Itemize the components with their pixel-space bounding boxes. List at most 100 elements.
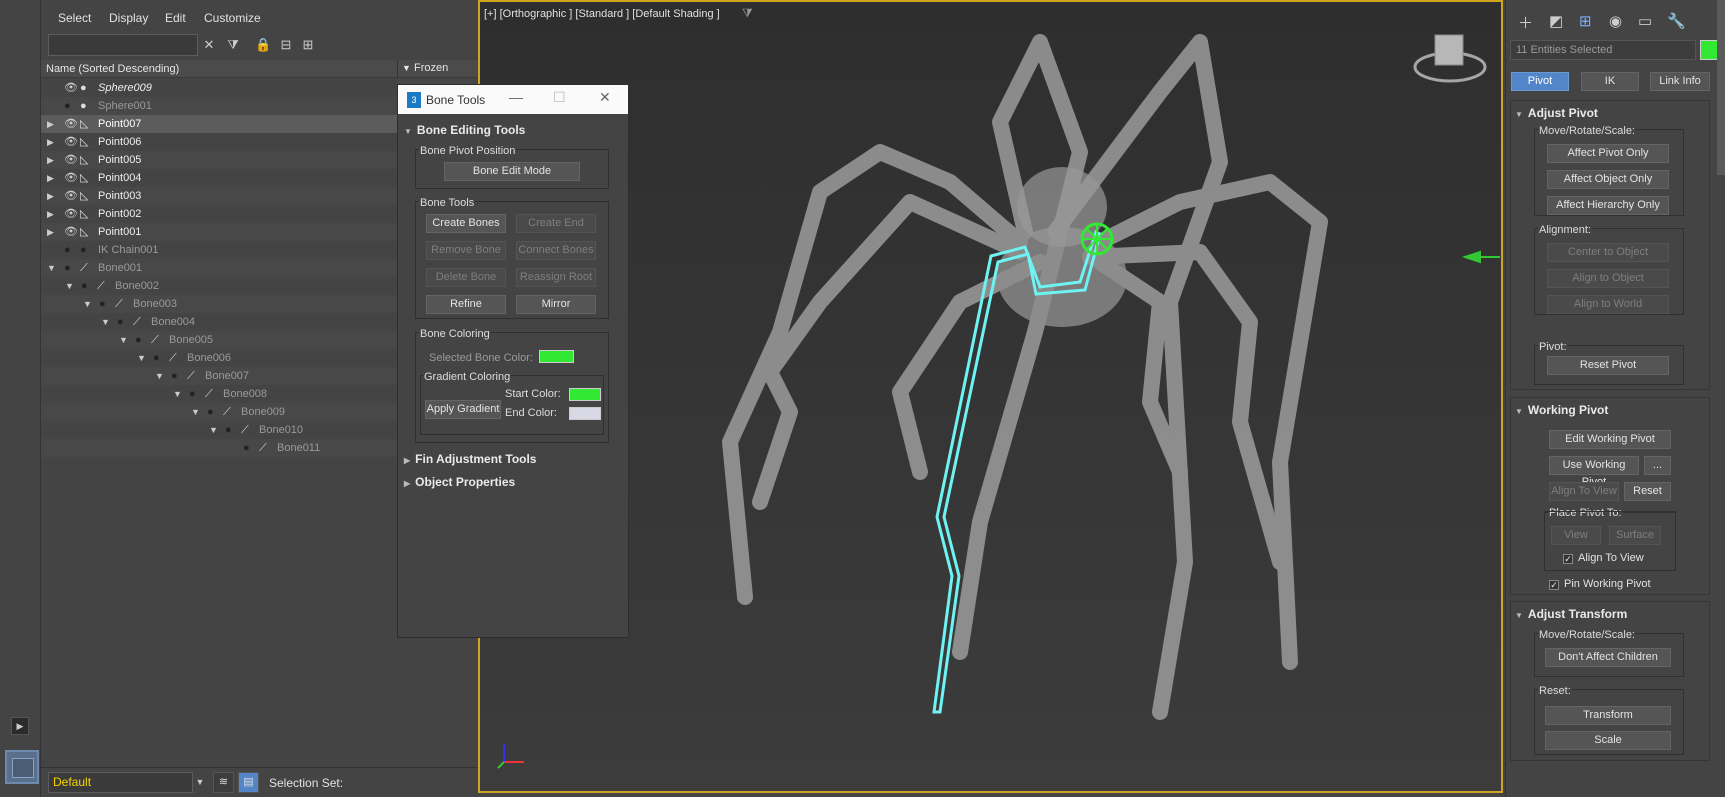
bone-edit-mode-button[interactable]: Bone Edit Mode [444,162,580,181]
viewport-thumbnail[interactable] [5,750,39,784]
eye-icon[interactable]: 👁 [64,205,78,223]
selection-set-icon[interactable]: ▤ [238,772,259,793]
menu-edit[interactable]: Edit [165,11,186,25]
align-to-world-button[interactable]: Align to World [1547,295,1669,314]
working-pivot-options-button[interactable]: ... [1644,456,1671,475]
dont-affect-children-button[interactable]: Don't Affect Children [1545,648,1671,667]
hidden-eye-icon[interactable]: ● [225,421,232,439]
motion-tab-icon[interactable]: ◉ [1609,12,1622,30]
menu-select[interactable]: Select [58,11,91,25]
affect-hierarchy-only-button[interactable]: Affect Hierarchy Only [1547,196,1669,215]
menu-display[interactable]: Display [109,11,148,25]
collapse-icon[interactable]: ▼ [83,295,92,313]
hidden-eye-icon[interactable]: ● [117,313,124,331]
collapse-icon[interactable]: ▼ [47,259,56,277]
collapse-icon[interactable]: ▼ [65,277,74,295]
pin-working-pivot-checkbox[interactable]: ✓ Pin Working Pivot [1549,578,1651,590]
layer-dropdown[interactable]: Default [48,772,193,793]
eye-icon[interactable]: 👁 [64,223,78,241]
link-info-tab[interactable]: Link Info [1650,72,1710,91]
hierarchy-tab-icon[interactable]: ⊞ [1579,12,1592,30]
search-input[interactable] [48,34,198,56]
align-to-object-button[interactable]: Align to Object [1547,269,1669,288]
expand-icon[interactable]: ▶ [47,187,54,205]
modify-tab-icon[interactable]: ◩ [1549,12,1563,30]
collapse-icon[interactable]: ▼ [155,367,164,385]
expand-icon[interactable]: ▶ [47,223,54,241]
adjust-transform-head[interactable]: ▼ Adjust Transform [1515,607,1627,621]
align-to-view-button[interactable]: Align To View [1549,482,1619,501]
bone-editing-tools-rollout[interactable]: ▼ Bone Editing Tools [404,123,624,141]
hierarchy-select-icon[interactable]: ⊞ [300,37,316,53]
refine-button[interactable]: Refine [426,295,506,314]
collapse-icon[interactable]: ▼ [101,313,110,331]
eye-icon[interactable]: 👁 [64,169,78,187]
hierarchy-icon[interactable]: ⊟ [278,37,294,53]
adjust-pivot-head[interactable]: ▼ Adjust Pivot [1515,106,1598,120]
surface-button[interactable]: Surface [1609,526,1661,545]
hidden-eye-icon[interactable]: ● [189,385,196,403]
align-to-view-checkbox[interactable]: ✓ Align To View [1563,552,1644,564]
hidden-eye-icon[interactable]: ● [243,439,250,457]
hidden-eye-icon[interactable]: ● [64,97,71,115]
create-bones-button[interactable]: Create Bones [426,214,506,233]
hidden-eye-icon[interactable]: ● [81,277,88,295]
collapse-icon[interactable]: ▼ [137,349,146,367]
layers-icon[interactable]: ≋ [213,772,234,793]
maximize-icon[interactable]: ☐ [553,89,566,106]
delete-bone-button[interactable]: Delete Bone [426,268,506,287]
hidden-eye-icon[interactable]: ● [207,403,214,421]
scale-button[interactable]: Scale [1545,731,1671,750]
transform-button[interactable]: Transform [1545,706,1671,725]
bone-tools-titlebar[interactable]: 3 Bone Tools — ☐ ✕ [398,85,628,114]
object-properties-rollout[interactable]: ▶ Object Properties [404,475,624,493]
expand-icon[interactable]: ▶ [47,169,54,187]
collapse-icon[interactable]: ▼ [209,421,218,439]
lock-icon[interactable]: 🔒 [255,37,271,53]
use-working-pivot-button[interactable]: Use Working Pivot [1549,456,1639,488]
display-tab-icon[interactable]: ▭ [1638,12,1652,30]
eye-icon[interactable]: 👁 [64,187,78,205]
eye-icon[interactable]: 👁 [64,115,78,133]
collapse-icon[interactable]: ▼ [119,331,128,349]
hidden-eye-icon[interactable]: ● [135,331,142,349]
hidden-eye-icon[interactable]: ● [153,349,160,367]
center-to-object-button[interactable]: Center to Object [1547,243,1669,262]
start-color-swatch[interactable] [569,388,601,401]
create-end-button[interactable]: Create End [516,214,596,233]
fin-adjustment-rollout[interactable]: ▶ Fin Adjustment Tools [404,452,624,470]
remove-bone-button[interactable]: Remove Bone [426,241,506,260]
affect-object-only-button[interactable]: Affect Object Only [1547,170,1669,189]
eye-icon[interactable]: 👁 [64,133,78,151]
edit-working-pivot-button[interactable]: Edit Working Pivot [1549,430,1671,449]
frozen-column-header[interactable]: ▼ Frozen [397,60,478,78]
create-tab-icon[interactable]: ＋ [1518,12,1533,33]
filter-icon[interactable]: ⧩ [225,37,241,53]
hidden-eye-icon[interactable]: ● [64,259,71,277]
reset-button[interactable]: Reset [1624,482,1671,501]
end-color-swatch[interactable] [569,407,601,420]
command-panel-scrollbar[interactable] [1717,0,1725,175]
minimize-icon[interactable]: — [509,89,523,105]
ik-tab[interactable]: IK [1581,72,1639,91]
affect-pivot-only-button[interactable]: Affect Pivot Only [1547,144,1669,163]
eye-icon[interactable]: 👁 [64,151,78,169]
selected-bone-color-swatch[interactable] [539,350,574,363]
hidden-eye-icon[interactable]: ● [64,241,71,259]
apply-gradient-button[interactable]: Apply Gradient [425,400,501,419]
hidden-eye-icon[interactable]: ● [99,295,106,313]
connect-bones-button[interactable]: Connect Bones [516,241,596,260]
view-button[interactable]: View [1551,526,1601,545]
play-icon[interactable]: ▶ [11,717,29,735]
working-pivot-head[interactable]: ▼ Working Pivot [1515,403,1608,417]
viewport[interactable]: [+] [Orthographic ] [Standard ] [Default… [478,0,1503,793]
utilities-tab-icon[interactable]: 🔧 [1667,12,1686,30]
selected-entities-field[interactable]: 11 Entities Selected [1510,40,1696,60]
hidden-eye-icon[interactable]: ● [171,367,178,385]
chevron-down-icon[interactable]: ▼ [193,772,207,793]
collapse-icon[interactable]: ▼ [191,403,200,421]
mirror-button[interactable]: Mirror [516,295,596,314]
name-column-header[interactable]: Name (Sorted Descending) [46,63,179,75]
pivot-tab[interactable]: Pivot [1511,72,1569,91]
expand-icon[interactable]: ▶ [47,205,54,223]
